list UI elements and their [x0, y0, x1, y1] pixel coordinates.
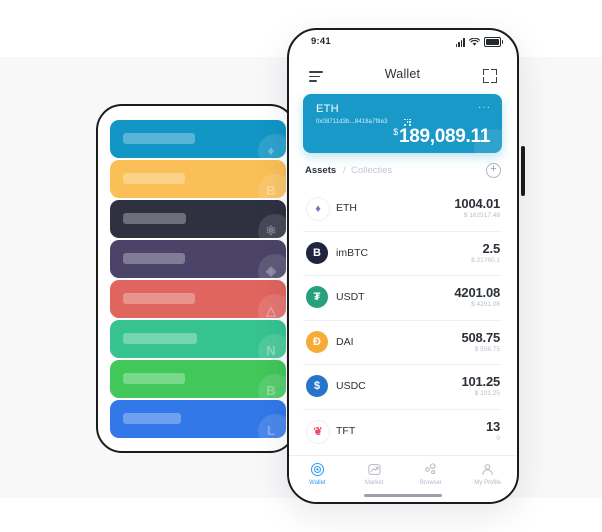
wallet-card-8[interactable]: L: [110, 400, 286, 438]
asset-row[interactable]: ❦ TFT 13 0: [303, 410, 502, 454]
card-placeholder-bar: [123, 373, 185, 384]
wallet-card-4[interactable]: ◈: [110, 240, 286, 278]
asset-amount: 1004.01: [454, 196, 500, 211]
status-time: 9:41: [311, 36, 331, 47]
card-placeholder-bar: [123, 413, 181, 424]
imbtc-token-icon: B: [306, 241, 328, 264]
usdc-token-icon: $: [306, 375, 328, 397]
wallet-card-7[interactable]: B: [110, 360, 286, 398]
add-token-icon[interactable]: +: [486, 163, 501, 178]
asset-symbol: TFT: [336, 424, 356, 437]
status-bar: 9:41: [289, 30, 516, 56]
asset-fiat-value: 0: [496, 434, 500, 442]
bitcoin-icon: B: [258, 174, 286, 198]
tab-wallet[interactable]: Wallet: [289, 456, 346, 502]
asset-row[interactable]: ₮ USDT 4201.08 $ 4201.08: [303, 276, 502, 321]
asset-fiat-value: $ 4201.08: [471, 301, 500, 308]
dai-token-icon: Ð: [306, 330, 328, 353]
wallet-card-6[interactable]: N: [110, 320, 286, 358]
asset-amount: 2.5: [482, 240, 501, 256]
litecoin-icon: L: [258, 414, 286, 438]
card-placeholder-bar: [123, 253, 185, 264]
assets-header: Assets / Collecties +: [303, 163, 502, 183]
bitcoin-cash-icon: B: [258, 374, 286, 398]
usdt-token-icon: ₮: [306, 286, 328, 308]
tab-assets[interactable]: Assets: [305, 165, 336, 176]
back-phone-frame: ♦ B ⚛ ◈ △ N B L: [96, 104, 296, 453]
wallet-card-2[interactable]: B: [110, 160, 286, 198]
asset-symbol: USDT: [336, 291, 365, 303]
asset-fiat-value: $ 162517.48: [463, 212, 500, 219]
card-placeholder-bar: [123, 293, 195, 304]
card-placeholder-bar: [123, 173, 185, 184]
asset-amount: 101.25: [461, 374, 500, 389]
wallet-card-5[interactable]: △: [110, 280, 286, 318]
nano-icon: N: [258, 334, 286, 358]
asset-row[interactable]: $ USDC 101.25 $ 101.25: [303, 365, 502, 410]
scan-qr-icon[interactable]: [483, 69, 497, 83]
wifi-icon: [469, 38, 480, 46]
ethereum-diamond-icon: ♦: [258, 134, 286, 158]
asset-fiat-value: $ 21760.1: [471, 256, 500, 264]
profile-person-icon: [459, 462, 516, 477]
asset-fiat-value: $ 101.25: [474, 390, 500, 397]
asset-list: ♦ ETH 1004.01 $ 162517.48 BimBTC 2.5 $ 21760.1…: [303, 187, 502, 453]
battery-full-icon: [484, 37, 503, 47]
more-options-icon[interactable]: ···: [478, 103, 491, 113]
currency-symbol: $: [393, 126, 398, 137]
asset-symbol: ETH: [336, 202, 357, 214]
tab-separator: /: [343, 165, 346, 176]
page-title: Wallet: [384, 67, 421, 81]
browser-nodes-icon: [403, 462, 460, 477]
asset-row[interactable]: Ð DAI 508.75 $ 508.75: [303, 321, 502, 365]
asset-fiat-value: $ 508.75: [474, 345, 500, 353]
asset-row[interactable]: ♦ ETH 1004.01 $ 162517.48: [303, 187, 502, 232]
eos-icon: ◈: [258, 254, 286, 278]
tab-my-profile[interactable]: My Profile: [459, 456, 516, 502]
tab-label: Market: [364, 479, 384, 486]
tab-label: Browser: [419, 479, 442, 486]
wallet-address[interactable]: 0x08711d3b...8418a7f8e3: [316, 119, 388, 125]
market-chart-icon: [346, 462, 403, 477]
cosmos-atom-icon: ⚛: [258, 214, 286, 238]
card-placeholder-bar: [123, 333, 197, 344]
asset-symbol: imBTC: [336, 246, 369, 259]
wallet-card-1[interactable]: ♦: [110, 120, 286, 158]
asset-row[interactable]: BimBTC 2.5 $ 21760.1: [303, 232, 502, 276]
tab-collectibles[interactable]: Collecties: [351, 165, 392, 176]
wallet-card-3[interactable]: ⚛: [110, 200, 286, 238]
power-button[interactable]: [521, 146, 525, 196]
tron-icon: △: [258, 294, 286, 318]
card-placeholder-bar: [123, 133, 195, 144]
home-indicator: [364, 493, 442, 497]
balance-value: 189,089.11: [398, 126, 490, 147]
balance-amount: $189,089.11: [393, 126, 490, 148]
asset-amount: 4201.08: [454, 285, 500, 300]
asset-amount: 13: [485, 418, 500, 434]
asset-symbol: USDC: [336, 380, 366, 392]
cellular-signal-icon: [455, 38, 465, 47]
asset-amount: 508.75: [461, 329, 500, 345]
tab-label: My Profile: [474, 479, 501, 486]
card-placeholder-bar: [123, 213, 186, 224]
asset-symbol: DAI: [336, 335, 354, 348]
tab-label: Wallet: [309, 479, 326, 486]
wallet-target-icon: [289, 462, 346, 477]
wallet-card-list: ♦ B ⚛ ◈ △ N B L: [110, 120, 286, 440]
tft-token-icon: ❦: [306, 419, 330, 444]
nav-bar: Wallet: [289, 60, 516, 92]
qr-code-icon[interactable]: [404, 118, 411, 126]
status-indicators: [455, 37, 503, 47]
balance-token-name: ETH: [316, 103, 339, 115]
balance-card[interactable]: ETH 0x08711d3b...8418a7f8e3 ··· $189,089…: [303, 94, 502, 153]
eth-token-icon: ♦: [306, 197, 330, 221]
front-phone-frame: 9:41 Wallet ETH 0x08711d3b...8418a7f8e3 …: [287, 28, 519, 504]
